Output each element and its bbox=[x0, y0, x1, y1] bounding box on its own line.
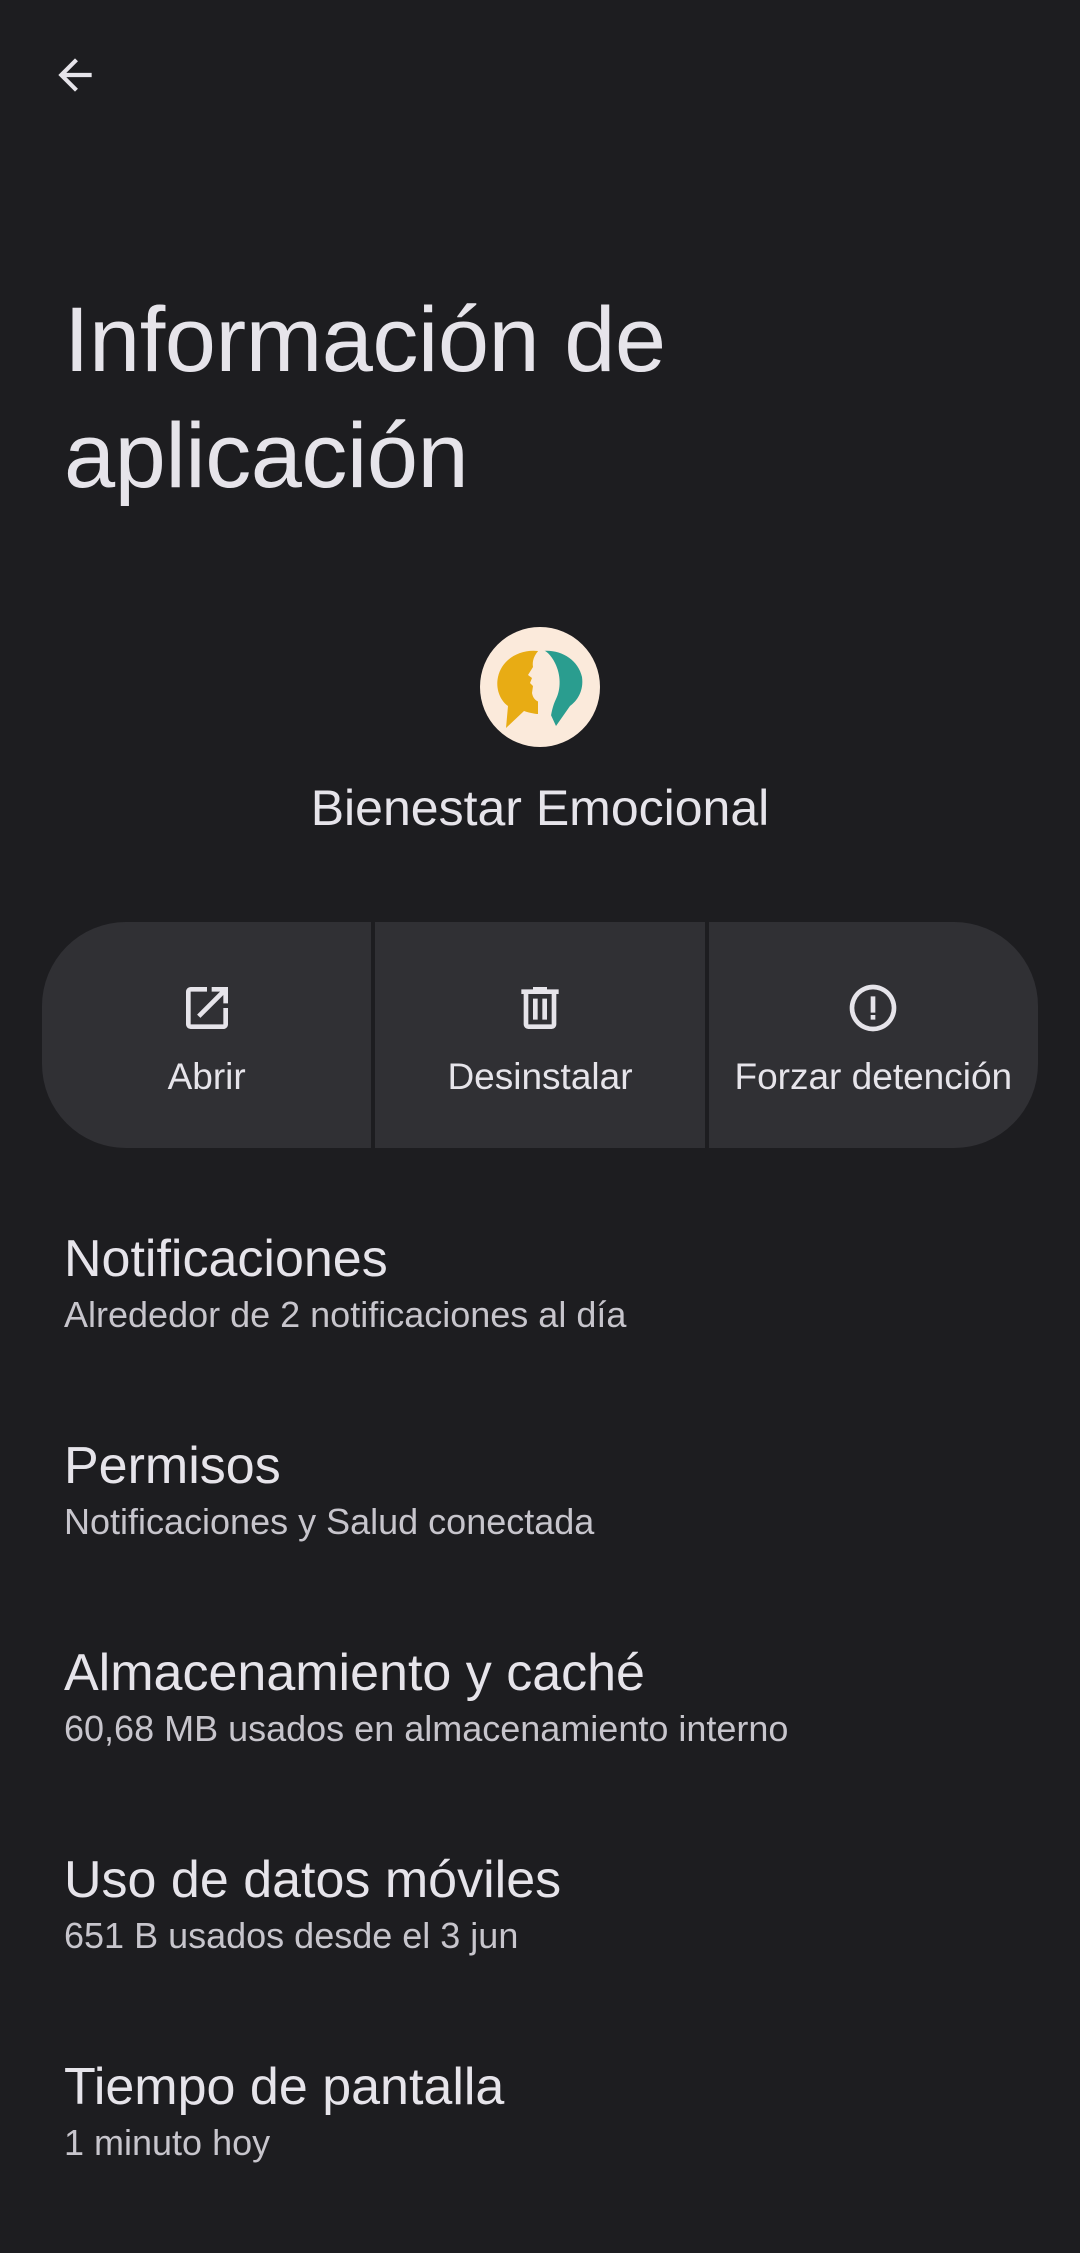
notifications-summary: Alrededor de 2 notificaciones al día bbox=[64, 1294, 627, 1335]
mobile-data-title: Uso de datos móviles bbox=[64, 1851, 562, 1909]
bienestar-emocional-app-icon bbox=[480, 627, 600, 747]
storage-cache-title: Almacenamiento y caché bbox=[64, 1644, 645, 1702]
mobile-data-summary: 651 B usados desde el 3 jun bbox=[64, 1915, 519, 1956]
screen-time-item[interactable]: Tiempo de pantalla 1 minuto hoy bbox=[0, 2046, 1080, 2253]
uninstall-button[interactable]: Desinstalar bbox=[375, 922, 705, 1148]
notifications-item[interactable]: Notificaciones Alrededor de 2 notificaci… bbox=[0, 1218, 1080, 1425]
force-stop-button-label: Forzar detención bbox=[734, 1056, 1013, 1097]
screen-time-title: Tiempo de pantalla bbox=[64, 2058, 505, 2116]
storage-cache-summary: 60,68 MB usados en almacenamiento intern… bbox=[64, 1708, 789, 1749]
back-button[interactable] bbox=[40, 40, 110, 110]
trash-icon bbox=[510, 978, 570, 1038]
permissions-summary: Notificaciones y Salud conectada bbox=[64, 1501, 595, 1542]
force-stop-icon bbox=[843, 978, 903, 1038]
page-title: Información de aplicación bbox=[64, 289, 666, 507]
mobile-data-item[interactable]: Uso de datos móviles 651 B usados desde … bbox=[0, 1839, 1080, 2046]
uninstall-button-label: Desinstalar bbox=[447, 1056, 633, 1097]
notifications-title: Notificaciones bbox=[64, 1230, 388, 1288]
app-name: Bienestar Emocional bbox=[310, 780, 770, 836]
open-button-label: Abrir bbox=[167, 1056, 246, 1097]
permissions-title: Permisos bbox=[64, 1437, 281, 1495]
action-buttons: Abrir Desinstalar Forzar detención bbox=[42, 922, 1038, 1148]
screen-time-summary: 1 minuto hoy bbox=[64, 2122, 271, 2163]
arrow-back-icon bbox=[58, 58, 92, 92]
storage-cache-item[interactable]: Almacenamiento y caché 60,68 MB usados e… bbox=[0, 1632, 1080, 1839]
open-button[interactable]: Abrir bbox=[42, 922, 372, 1148]
open-external-icon bbox=[177, 978, 237, 1038]
force-stop-button[interactable]: Forzar detención bbox=[708, 922, 1038, 1148]
settings-list: Notificaciones Alrededor de 2 notificaci… bbox=[0, 1218, 1080, 2253]
permissions-item[interactable]: Permisos Notificaciones y Salud conectad… bbox=[0, 1425, 1080, 1632]
